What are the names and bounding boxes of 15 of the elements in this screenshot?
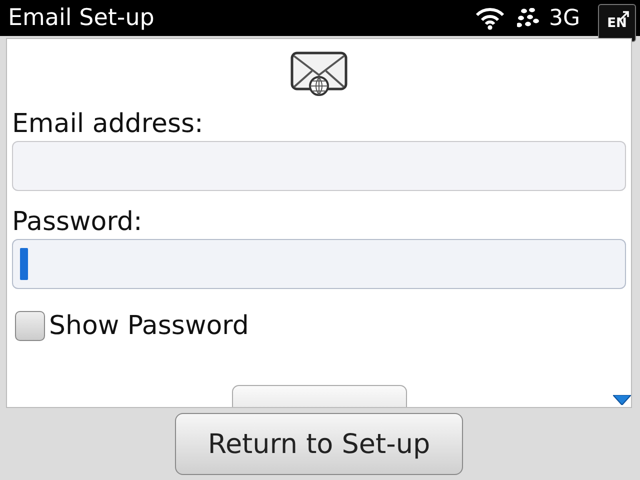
checkbox[interactable] bbox=[15, 311, 45, 341]
checkbox-label: Show Password bbox=[49, 311, 249, 341]
network-type: 3G bbox=[548, 6, 580, 30]
field-label: Password: bbox=[12, 207, 144, 237]
text-cursor bbox=[20, 248, 28, 280]
input-field[interactable] bbox=[12, 239, 626, 289]
screen-title: Email Set-up bbox=[8, 5, 156, 31]
dots-logo-icon bbox=[516, 8, 539, 28]
scroll-down-icon bbox=[613, 395, 631, 405]
envelope-globe-icon bbox=[290, 49, 348, 97]
wifi-icon bbox=[474, 6, 505, 30]
return-button[interactable]: Return to Set-up bbox=[175, 413, 463, 475]
field-label: Email address: bbox=[12, 109, 204, 139]
input-language-indicator[interactable]: EN bbox=[598, 4, 636, 42]
input-field[interactable] bbox=[12, 141, 626, 191]
